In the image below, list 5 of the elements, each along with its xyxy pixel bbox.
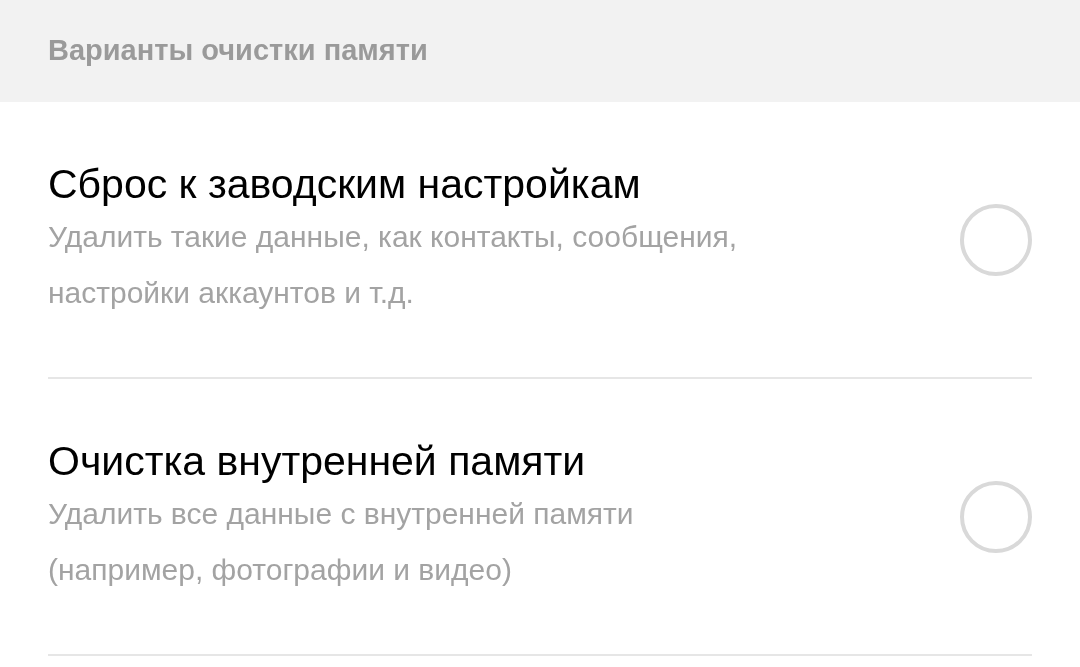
option-description: Удалить такие данные, как контакты, сообщения, настройки аккаунтов и т.д. — [48, 218, 739, 311]
option-title: Сброс к заводским настройкам — [48, 159, 642, 209]
option-description: Удалить все данные с внутренней памяти (например, фотографии и видео) — [48, 495, 635, 588]
option-title: Очистка внутренней памяти — [48, 436, 587, 486]
section-header: Варианты очистки памяти — [0, 0, 1080, 102]
